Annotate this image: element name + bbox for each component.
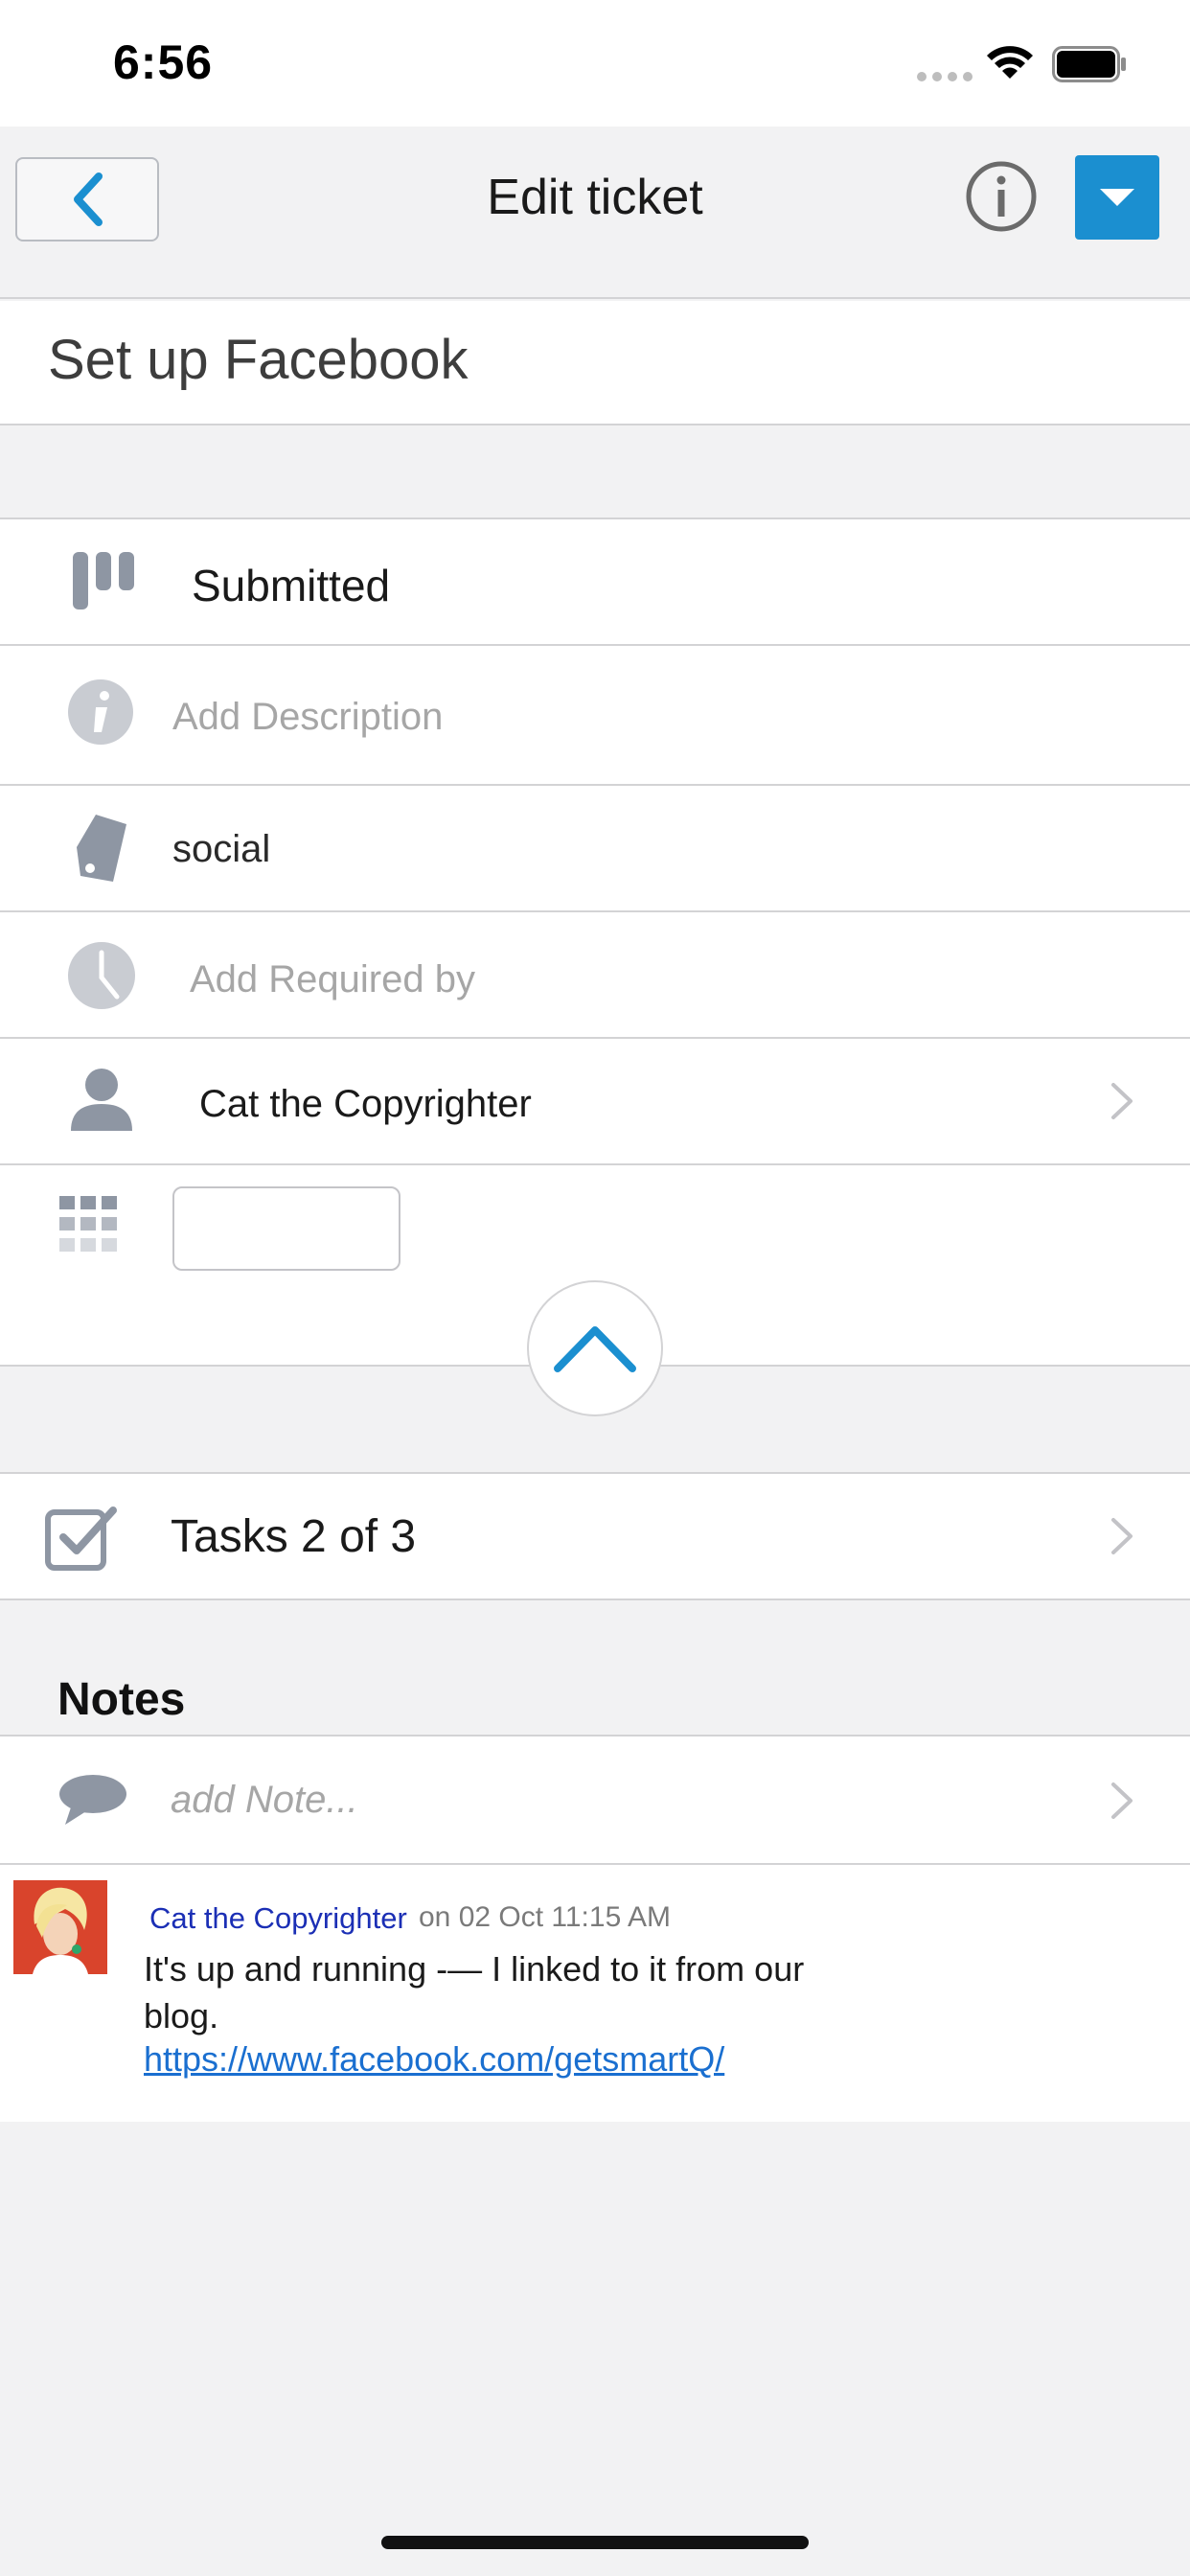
checkbox-icon [45,1506,117,1571]
note-item: Cat the Copyrighter on 02 Oct 11:15 AM I… [0,1867,1190,2124]
description-row[interactable]: Add Description [0,646,1190,786]
status-value: Submitted [192,561,391,610]
tasks-row[interactable]: Tasks 2 of 3 [0,1472,1190,1600]
chevron-up-icon [554,1326,636,1372]
note-text: It's up and running -— I linked to it fr… [144,1949,805,2036]
ticket-title-field[interactable]: Set up Facebook [0,301,1190,426]
add-note-row[interactable]: add Note... [0,1736,1190,1865]
status-row[interactable]: Submitted [0,519,1190,646]
status-time: 6:56 [113,35,214,89]
cellular-signal-icon [917,72,973,81]
wifi-icon [987,46,1033,79]
edit-ticket-screen: 6:56 Edit ticket Set up Facebook Submitt… [0,0,1190,2576]
status-bar: 6:56 [0,0,1190,126]
description-placeholder: Add Description [172,696,444,738]
chevron-right-icon [1111,1518,1133,1554]
ticket-fields: Submitted Add Description social Add Req… [0,518,1190,1367]
chevron-right-icon [1111,1782,1133,1819]
battery-icon [1052,46,1126,82]
tag-icon [77,815,126,882]
note-date: on 02 Oct 11:15 AM [419,1901,671,1933]
tasks-label: Tasks 2 of 3 [171,1511,417,1562]
home-indicator[interactable] [381,2536,809,2549]
nav-bar: Edit ticket [0,126,1190,299]
notes-section: add Note... Cat the Copyrighter on 02 Oc… [0,1735,1190,2122]
notes-heading: Notes [57,1674,186,1725]
required-by-placeholder: Add Required by [190,958,475,1000]
tag-row[interactable]: social [0,786,1190,912]
menu-dropdown-button[interactable] [1075,155,1159,240]
clock-icon [68,942,135,1009]
kanban-icon [73,552,134,610]
note-author[interactable]: Cat the Copyrighter [149,1901,407,1936]
required-by-row[interactable]: Add Required by [0,912,1190,1039]
collapse-fields-button[interactable] [527,1280,663,1416]
ticket-title: Set up Facebook [48,329,469,391]
speech-bubble-icon [59,1775,126,1825]
add-note-placeholder: add Note... [171,1779,358,1821]
note-link[interactable]: https://www.facebook.com/getsmartQ/ [144,2039,724,2080]
custom-field-input[interactable] [172,1186,400,1271]
info-icon [68,679,133,745]
tag-value: social [172,828,271,870]
person-icon [71,1069,132,1131]
caret-down-icon [1100,189,1134,206]
chevron-right-icon [1111,1083,1133,1119]
assignee-row[interactable]: Cat the Copyrighter [0,1039,1190,1165]
avatar [13,1880,107,1974]
info-circle-icon[interactable] [964,159,1039,234]
assignee-value: Cat the Copyrighter [199,1083,532,1125]
grid-icon [59,1196,117,1252]
